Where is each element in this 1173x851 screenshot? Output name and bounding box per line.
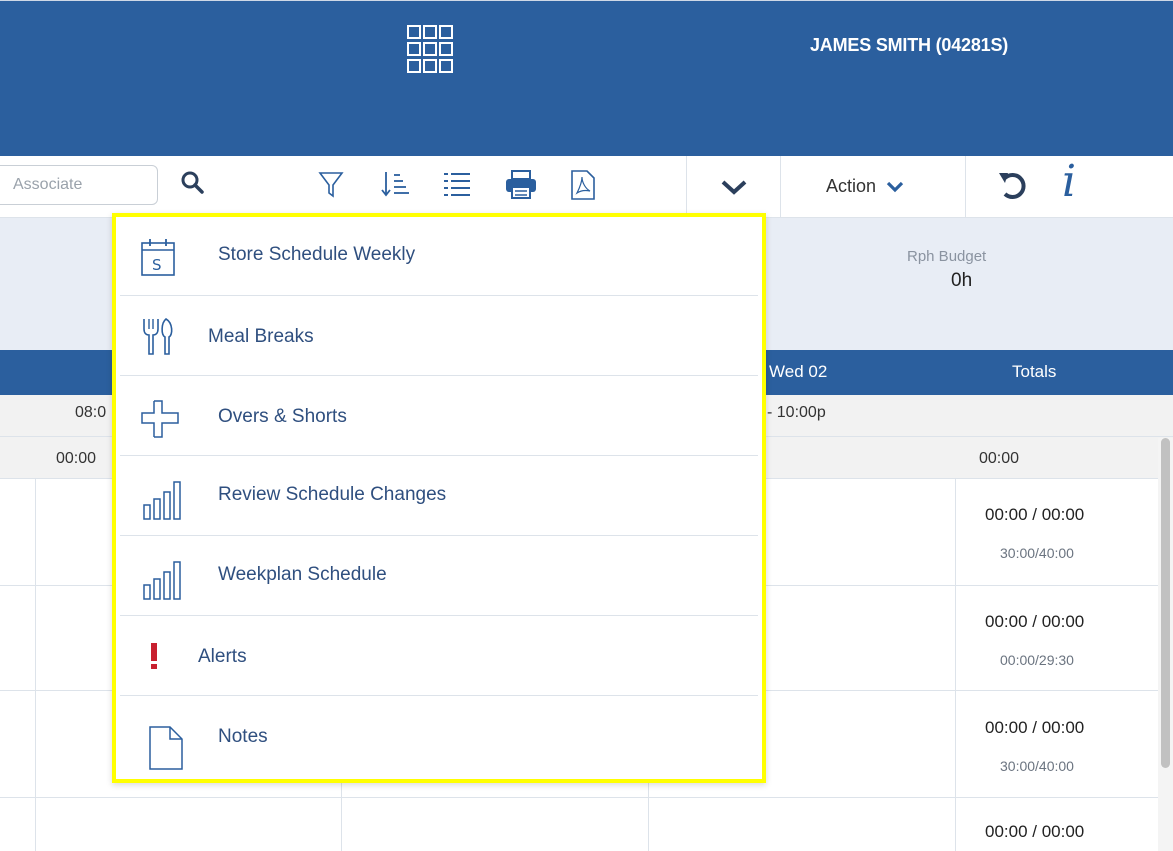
menu-item-label: Notes — [218, 726, 268, 747]
actions-dropdown-menu: S Store Schedule Weekly Meal Breaks Over… — [112, 213, 766, 783]
bar-chart-icon — [143, 561, 181, 600]
document-icon — [149, 726, 183, 770]
menu-item-label: Overs & Shorts — [218, 406, 347, 427]
row-sub-total: 00:00/29:30 — [1000, 652, 1074, 668]
pdf-icon[interactable] — [570, 169, 596, 201]
info-icon[interactable]: i — [1062, 160, 1076, 204]
menu-item-meal-breaks[interactable]: Meal Breaks — [120, 297, 758, 376]
totals-left-value: 00:00 — [56, 450, 97, 467]
row-total: 00:00 / 00:00 — [985, 822, 1085, 841]
rph-budget-value: 0h — [951, 270, 973, 291]
menu-item-overs-shorts[interactable]: Overs & Shorts — [120, 377, 758, 456]
row-total: 00:00 / 00:00 — [985, 505, 1085, 524]
bar-chart-icon — [143, 481, 181, 520]
menu-item-label: Meal Breaks — [208, 326, 314, 347]
toolbar: Action i — [0, 156, 1173, 218]
totals-column-header: Totals — [1012, 362, 1057, 381]
menu-item-label: Store Schedule Weekly — [218, 244, 416, 265]
menu-item-label: Weekplan Schedule — [218, 564, 387, 585]
filter-icon[interactable] — [318, 170, 344, 200]
toolbar-separator — [686, 156, 687, 218]
associate-search-input[interactable] — [0, 165, 158, 205]
menu-item-notes[interactable]: Notes — [120, 697, 758, 776]
action-label: Action — [826, 176, 877, 196]
hours-start: 08:0 — [75, 404, 107, 421]
row-sub-total: 30:00/40:00 — [1000, 758, 1074, 774]
rph-budget-label: Rph Budget — [907, 248, 987, 265]
overs-shorts-icon — [141, 400, 179, 438]
top-header: JAMES SMITH (04281S) — [0, 0, 1173, 156]
toolbar-separator — [965, 156, 966, 218]
utensils-icon — [143, 318, 173, 355]
grid-divider — [955, 479, 956, 851]
menu-item-store-schedule-weekly[interactable]: S Store Schedule Weekly — [120, 217, 758, 296]
sort-icon[interactable] — [380, 169, 412, 201]
list-icon[interactable] — [442, 170, 472, 200]
svg-text:S: S — [152, 256, 162, 274]
menu-item-review-schedule-changes[interactable]: Review Schedule Changes — [120, 457, 758, 536]
menu-item-label: Alerts — [198, 646, 247, 667]
row-sub-total: 30:00/40:00 — [1000, 545, 1074, 561]
action-button[interactable]: Action — [826, 176, 904, 197]
scrollbar-thumb[interactable] — [1161, 438, 1170, 768]
toolbar-separator — [780, 156, 781, 218]
print-icon[interactable] — [504, 169, 538, 201]
alert-icon — [151, 643, 157, 669]
totals-right-value: 00:00 — [979, 450, 1020, 467]
chevron-down-icon[interactable] — [720, 178, 748, 198]
grid-apps-icon[interactable] — [405, 23, 455, 77]
menu-item-weekplan-schedule[interactable]: Weekplan Schedule — [120, 537, 758, 616]
undo-icon[interactable] — [996, 169, 1028, 201]
row-total: 00:00 / 00:00 — [985, 718, 1085, 737]
day-column-header: Wed 02 — [769, 362, 828, 381]
row-total: 00:00 / 00:00 — [985, 612, 1085, 631]
search-icon[interactable] — [180, 170, 206, 196]
grid-divider — [0, 797, 1158, 798]
calendar-icon: S — [141, 239, 175, 276]
chevron-down-icon — [886, 181, 904, 192]
hours-range: - 10:00p — [767, 404, 826, 421]
user-name[interactable]: JAMES SMITH (04281S) — [810, 35, 1008, 56]
grid-divider — [35, 479, 36, 851]
menu-item-alerts[interactable]: Alerts — [120, 617, 758, 696]
menu-item-label: Review Schedule Changes — [218, 484, 447, 505]
